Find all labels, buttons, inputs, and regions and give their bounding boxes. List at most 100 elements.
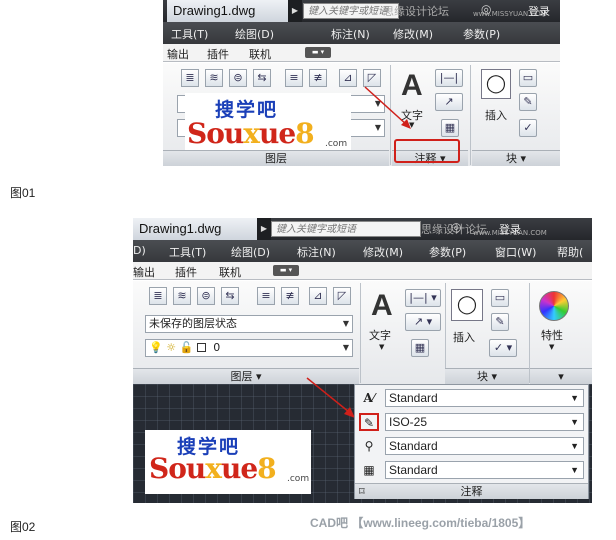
tab-online-2[interactable]: 联机 [219,264,241,280]
annotation-panel-footer-2[interactable]: ⌑ 注释 [355,483,588,499]
layer-lock-icon-2[interactable]: ⊿ [309,287,327,305]
layer-make-current-icon[interactable]: ⊜ [229,69,247,87]
document-tab-2[interactable]: Drawing1.dwg [133,218,257,240]
ribbon-panels-2: ≣ ≋ ⊜ ⇆ ≡ ≢ ⊿ ◸ 未保存的图层状态 ▼ 💡 ☼ 🔓 0 ▼ 图层 ▾… [133,281,592,384]
layer-off-icon-2[interactable]: ≡ [257,287,275,305]
layer-panel-footer[interactable]: 图层 [163,150,389,166]
dimension-style-icon[interactable]: ✎ [359,413,379,431]
table-icon[interactable]: ▦ [441,119,459,137]
annotation-expanded-panel: A⁄ Standard ▼ ✎ ISO-25 ▼ ⚲ Standard ▼ ▦ Sta… [354,384,589,499]
menu-modify-2[interactable]: 修改(M) [363,244,403,260]
screenshot-fig2: Drawing1.dwg ▶ 键入关键字或短语 思缘设计论坛 ◎ www.MIS… [133,218,592,503]
layer-match-icon-2[interactable]: ⇆ [221,287,239,305]
dimension-style-combo[interactable]: ISO-25 ▼ [385,413,584,431]
layer-properties-icon[interactable]: ≣ [181,69,199,87]
properties-panel-footer[interactable]: ▾ [530,368,592,384]
create-block-icon-2[interactable]: ▭ [491,289,509,307]
layer-properties-icon-2[interactable]: ≣ [149,287,167,305]
unlock-icon[interactable]: 🔓 [180,341,194,354]
leader-icon-2[interactable]: ↗ ▾ [405,313,441,331]
multileader-style-row: ⚲ Standard ▼ [355,435,588,457]
ribbon-toggle-button[interactable]: ▬ ▾ [305,47,331,58]
menu-view[interactable]: D) [133,244,146,257]
block-panel-footer-2[interactable]: 块 ▾ [445,368,529,384]
leader-icon[interactable]: ↗ [435,93,463,111]
document-tab[interactable]: Drawing1.dwg [167,0,288,22]
layer-match-icon[interactable]: ⇆ [253,69,271,87]
layer-iso-icon[interactable]: ≋ [205,69,223,87]
insert-label[interactable]: 插入 [485,107,507,123]
table-style-icon[interactable]: ▦ [359,461,379,479]
text-label-2[interactable]: 文字 [369,327,391,343]
menu-tools[interactable]: 工具(T) [171,26,208,42]
menu-parametric-2[interactable]: 参数(P) [429,244,466,260]
edit-block-icon-2[interactable]: ✎ [491,313,509,331]
layer-freeze-icon-2[interactable]: ≢ [281,287,299,305]
menu-dimension[interactable]: 标注(N) [331,26,370,42]
text-style-icon[interactable]: A⁄ [359,389,379,407]
logo-en-text-2: Souxue8 [149,452,277,485]
properties-label[interactable]: 特性 [541,327,563,343]
login-link-2[interactable]: 登录 [499,221,521,237]
title-bar-2: Drawing1.dwg ▶ 键入关键字或短语 思缘设计论坛 ◎ www.MIS… [133,218,592,240]
edit-block-icon[interactable]: ✎ [519,93,537,111]
login-link[interactable]: 登录 [528,3,550,19]
tab-scroll-arrow-2[interactable]: ▶ [257,218,271,240]
multileader-style-icon[interactable]: ⚲ [359,437,379,455]
properties-dropdown-arrow[interactable]: ▼ [549,343,554,351]
color-wheel-icon[interactable] [539,291,569,321]
bulb-icon[interactable]: 💡 [149,341,163,354]
binoculars-icon-2[interactable]: ◎ [451,220,461,234]
layer-iso-icon-2[interactable]: ≋ [173,287,191,305]
menu-help[interactable]: 帮助( [557,244,583,260]
binoculars-icon[interactable]: ◎ [481,2,491,16]
search-input-2[interactable]: 键入关键字或短语 [271,221,421,237]
tab-plugins[interactable]: 插件 [207,46,229,62]
text-large-icon-2[interactable]: A [371,289,393,323]
screenshot-fig1: Drawing1.dwg ▶ 键入关键字或短语 思缘设计论坛 www.MISSY… [163,0,560,166]
block-attribute-icon[interactable]: ✓ [519,119,537,137]
layer-combo-2[interactable]: 💡 ☼ 🔓 0 ▼ [145,339,353,357]
sun-icon[interactable]: ☼ [166,341,176,354]
create-block-icon[interactable]: ▭ [519,69,537,87]
text-dropdown-arrow-2[interactable]: ▼ [379,343,384,351]
insert-label-2[interactable]: 插入 [453,329,475,345]
menu-parametric[interactable]: 参数(P) [463,26,500,42]
ribbon-toggle-button-2[interactable]: ▬ ▾ [273,265,299,276]
insert-block-icon[interactable]: ◯ [481,69,511,99]
menu-draw-2[interactable]: 绘图(D) [231,244,270,260]
ribbon-tabs: 输出 插件 联机 ▬ ▾ [163,44,560,62]
tab-output[interactable]: 输出 [167,46,189,62]
tab-scroll-arrow[interactable]: ▶ [288,0,302,22]
layer-state-combo-2[interactable]: 未保存的图层状态 ▼ [145,315,353,333]
menu-modify[interactable]: 修改(M) [393,26,433,42]
insert-block-icon-2[interactable]: ◯ [451,289,483,321]
tab-plugins-2[interactable]: 插件 [175,264,197,280]
pin-icon[interactable]: ⌑ [359,484,365,499]
menu-bar: 工具(T) 绘图(D) 标注(N) 修改(M) 参数(P) [163,22,560,44]
layer-freeze-icon[interactable]: ≢ [309,69,327,87]
menu-draw[interactable]: 绘图(D) [235,26,274,42]
linear-dimension-icon[interactable]: |—| [435,69,463,87]
logo-domain: .com [325,139,348,149]
layer-make-current-icon-2[interactable]: ⊜ [197,287,215,305]
block-attribute-icon-2[interactable]: ✓ ▾ [489,339,517,357]
tab-online[interactable]: 联机 [249,46,271,62]
logo-domain-2: .com [287,474,310,484]
color-swatch[interactable] [196,343,206,352]
table-style-combo[interactable]: Standard ▼ [385,461,584,479]
menu-dimension-2[interactable]: 标注(N) [297,244,336,260]
text-style-combo[interactable]: Standard ▼ [385,389,584,407]
table-icon-2[interactable]: ▦ [411,339,429,357]
multileader-style-combo[interactable]: Standard ▼ [385,437,584,455]
ribbon-panels: ≣ ≋ ⊜ ⇆ ≡ ≢ ⊿ ◸ ▼ ▼ 搜学吧 Souxue8 .com 图层 … [163,63,560,166]
linear-dimension-icon-2[interactable]: |—| ▾ [405,289,441,307]
layer-off-icon[interactable]: ≡ [285,69,303,87]
layer-lock-icon[interactable]: ⊿ [339,69,357,87]
menu-tools-2[interactable]: 工具(T) [169,244,206,260]
menu-window[interactable]: 窗口(W) [495,244,536,260]
tab-output-2[interactable]: 输出 [133,264,155,280]
ribbon-tabs-2: 输出 插件 联机 ▬ ▾ [133,262,592,280]
layer-walk-icon-2[interactable]: ◸ [333,287,351,305]
block-panel-footer[interactable]: 块 ▾ [472,150,560,166]
